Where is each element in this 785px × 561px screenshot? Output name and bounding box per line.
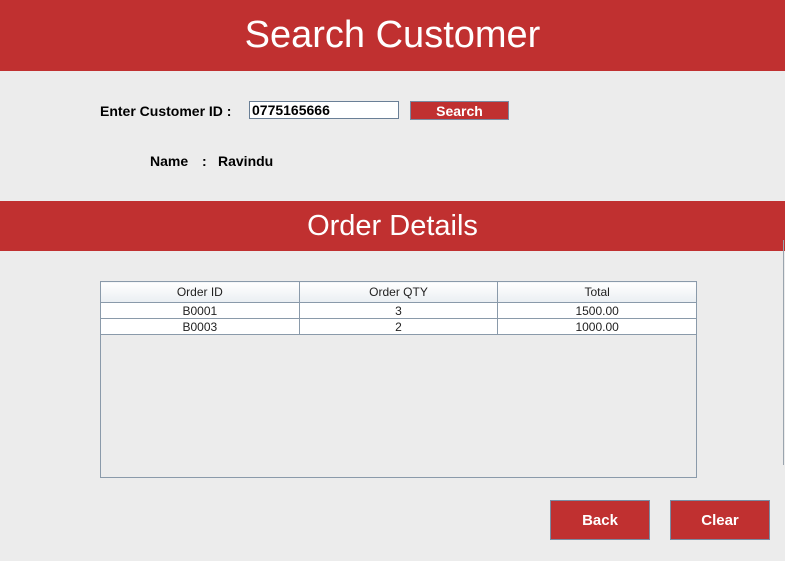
column-header-total[interactable]: Total — [497, 281, 697, 303]
name-separator: : — [202, 153, 207, 169]
orders-table: Order ID Order QTY Total B0001 3 1500.00… — [100, 281, 697, 335]
cell-order-qty[interactable]: 3 — [298, 302, 499, 319]
column-header-order-id[interactable]: Order ID — [100, 281, 300, 303]
column-header-order-qty[interactable]: Order QTY — [298, 281, 499, 303]
cell-total[interactable]: 1000.00 — [497, 318, 697, 335]
table-header-row: Order ID Order QTY Total — [100, 281, 697, 303]
search-button[interactable]: Search — [410, 101, 509, 120]
cell-order-qty[interactable]: 2 — [298, 318, 499, 335]
table-row[interactable]: B0003 2 1000.00 — [100, 318, 697, 335]
orders-table-panel[interactable]: Order ID Order QTY Total B0001 3 1500.00… — [100, 281, 697, 478]
customer-id-label: Enter Customer ID : — [100, 103, 232, 119]
order-details-title: Order Details — [307, 209, 478, 242]
window-edge-divider — [783, 240, 784, 465]
page-title: Search Customer — [244, 14, 541, 56]
name-label: Name — [150, 153, 189, 169]
header-banner: Search Customer — [0, 0, 785, 71]
order-details-banner: Order Details — [0, 201, 785, 251]
cell-order-id[interactable]: B0003 — [100, 318, 300, 335]
cell-total[interactable]: 1500.00 — [497, 302, 697, 319]
cell-order-id[interactable]: B0001 — [100, 302, 300, 319]
clear-button[interactable]: Clear — [670, 500, 770, 540]
customer-name-value: Ravindu — [218, 153, 274, 169]
customer-id-input[interactable] — [249, 101, 399, 119]
table-row[interactable]: B0001 3 1500.00 — [100, 302, 697, 319]
back-button[interactable]: Back — [550, 500, 650, 540]
